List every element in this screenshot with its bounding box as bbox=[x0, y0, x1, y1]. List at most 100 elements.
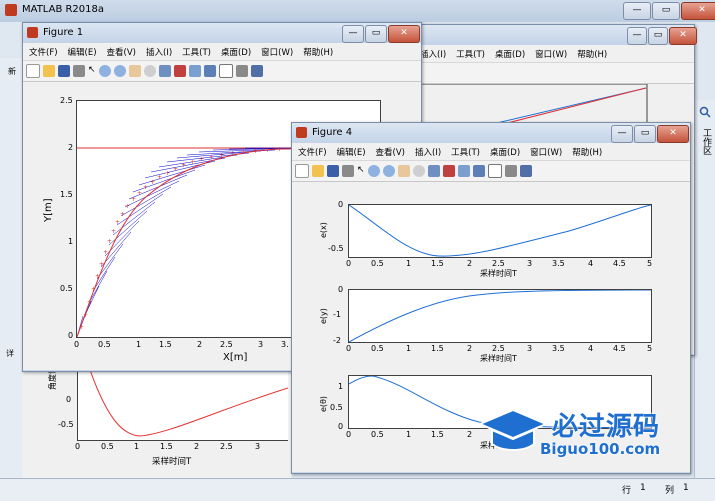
hide-tools-icon[interactable] bbox=[236, 65, 248, 77]
print-icon[interactable] bbox=[73, 65, 85, 77]
ex-curve bbox=[348, 204, 652, 257]
new-figure-icon[interactable] bbox=[26, 64, 40, 78]
print-icon[interactable] bbox=[342, 165, 354, 177]
close-button[interactable]: ✕ bbox=[388, 25, 420, 43]
menu-tools[interactable]: 工具(T) bbox=[182, 46, 211, 58]
menu-tools[interactable]: 工具(T) bbox=[456, 48, 485, 60]
menu-desktop[interactable]: 桌面(D) bbox=[495, 48, 525, 60]
x-tick-label: 3 bbox=[258, 340, 264, 349]
ey-ylabel: e(y) bbox=[319, 308, 328, 324]
zoom-in-icon[interactable] bbox=[99, 65, 111, 77]
svg-text:+: + bbox=[107, 238, 112, 245]
bg-ytick: -0.5 bbox=[58, 420, 74, 429]
svg-text:+: + bbox=[150, 179, 155, 186]
legend-icon[interactable] bbox=[488, 164, 502, 178]
etheta-ylabel: e(θ) bbox=[319, 395, 328, 412]
menu-edit[interactable]: 编辑(E) bbox=[337, 146, 366, 158]
ey-ytick: -2 bbox=[333, 336, 341, 345]
menu-view[interactable]: 查看(V) bbox=[376, 146, 405, 158]
y-tick-label: 1 bbox=[68, 237, 74, 246]
close-button[interactable]: ✕ bbox=[669, 27, 697, 45]
x-tick-label: 5 bbox=[647, 344, 653, 353]
svg-text:+: + bbox=[87, 299, 92, 306]
figure-icon bbox=[27, 27, 38, 38]
menu-help[interactable]: 帮助(H) bbox=[303, 46, 333, 58]
brush-icon[interactable] bbox=[174, 65, 186, 77]
zoom-in-icon[interactable] bbox=[368, 165, 380, 177]
open-file-icon[interactable] bbox=[312, 165, 324, 177]
maximize-button[interactable]: ▭ bbox=[652, 2, 680, 20]
link-plot-icon[interactable] bbox=[458, 165, 470, 177]
matlab-logo-icon bbox=[5, 4, 17, 16]
menu-view[interactable]: 查看(V) bbox=[107, 46, 136, 58]
x-tick-label: 2 bbox=[467, 430, 473, 439]
brush-icon[interactable] bbox=[443, 165, 455, 177]
background-error-curve bbox=[89, 369, 289, 437]
save-icon[interactable] bbox=[327, 165, 339, 177]
x-tick-label: 4.5 bbox=[613, 259, 626, 268]
menu-help[interactable]: 帮助(H) bbox=[572, 146, 602, 158]
menu-edit[interactable]: 编辑(E) bbox=[68, 46, 97, 58]
save-icon[interactable] bbox=[58, 65, 70, 77]
data-cursor-icon[interactable] bbox=[428, 165, 440, 177]
minimize-button[interactable]: — bbox=[342, 25, 364, 43]
pointer-icon[interactable]: ↖ bbox=[357, 165, 365, 177]
main-window-title: MATLAB R2018a bbox=[22, 4, 105, 15]
menu-desktop[interactable]: 桌面(D) bbox=[490, 146, 520, 158]
close-button[interactable]: ✕ bbox=[681, 2, 715, 20]
ey-curve bbox=[348, 289, 652, 343]
data-cursor-icon[interactable] bbox=[159, 65, 171, 77]
rotate-icon[interactable] bbox=[413, 165, 425, 177]
svg-text:+: + bbox=[230, 150, 235, 157]
menu-insert[interactable]: 插入(I) bbox=[146, 46, 172, 58]
menu-help[interactable]: 帮助(H) bbox=[577, 48, 607, 60]
menu-file[interactable]: 文件(F) bbox=[298, 146, 327, 158]
row-value: 1 bbox=[640, 483, 646, 493]
rotate-icon[interactable] bbox=[144, 65, 156, 77]
hide-tools-icon[interactable] bbox=[505, 165, 517, 177]
show-tools-icon[interactable] bbox=[520, 165, 532, 177]
pan-icon[interactable] bbox=[398, 165, 410, 177]
minimize-button[interactable]: — bbox=[623, 2, 651, 20]
new-figure-icon[interactable] bbox=[295, 164, 309, 178]
show-tools-icon[interactable] bbox=[251, 65, 263, 77]
zoom-out-icon[interactable] bbox=[383, 165, 395, 177]
search-icon[interactable] bbox=[699, 106, 711, 118]
pan-icon[interactable] bbox=[129, 65, 141, 77]
y-tick-label: 2 bbox=[68, 143, 74, 152]
svg-text:+: + bbox=[219, 152, 224, 159]
colorbar-icon[interactable] bbox=[204, 65, 216, 77]
maximize-button[interactable]: ▭ bbox=[648, 27, 668, 45]
close-button[interactable]: ✕ bbox=[657, 125, 689, 143]
details-label: 详 bbox=[6, 349, 14, 358]
maximize-button[interactable]: ▭ bbox=[634, 125, 656, 143]
bg-xtick: 0.5 bbox=[101, 442, 114, 451]
etheta-ytick: 1 bbox=[338, 382, 344, 391]
link-plot-icon[interactable] bbox=[189, 65, 201, 77]
menu-window[interactable]: 窗口(W) bbox=[530, 146, 562, 158]
menu-tools[interactable]: 工具(T) bbox=[451, 146, 480, 158]
menu-insert[interactable]: 插入(I) bbox=[420, 48, 446, 60]
colorbar-icon[interactable] bbox=[473, 165, 485, 177]
x-tick-label: 4.5 bbox=[613, 344, 626, 353]
menu-insert[interactable]: 插入(I) bbox=[415, 146, 441, 158]
minimize-button[interactable]: — bbox=[611, 125, 633, 143]
pointer-icon[interactable]: ↖ bbox=[88, 65, 96, 77]
menu-desktop[interactable]: 桌面(D) bbox=[221, 46, 251, 58]
zoom-out-icon[interactable] bbox=[114, 65, 126, 77]
menu-file[interactable]: 文件(F) bbox=[29, 46, 58, 58]
menu-window[interactable]: 窗口(W) bbox=[261, 46, 293, 58]
open-file-icon[interactable] bbox=[43, 65, 55, 77]
x-tick-label: 3 bbox=[527, 344, 533, 353]
svg-text:+: + bbox=[253, 148, 258, 155]
svg-text:+: + bbox=[111, 228, 116, 235]
minimize-button[interactable]: — bbox=[627, 27, 647, 45]
menu-window[interactable]: 窗口(W) bbox=[535, 48, 567, 60]
ey-axes bbox=[348, 289, 652, 343]
maximize-button[interactable]: ▭ bbox=[365, 25, 387, 43]
legend-icon[interactable] bbox=[219, 64, 233, 78]
workspace-side-panel[interactable]: 工作区 bbox=[694, 100, 715, 478]
status-bar: 行 1 列 1 bbox=[0, 478, 715, 501]
watermark-logo: 必过源码 Biguo100.com bbox=[478, 404, 688, 460]
svg-text:+: + bbox=[131, 196, 136, 203]
